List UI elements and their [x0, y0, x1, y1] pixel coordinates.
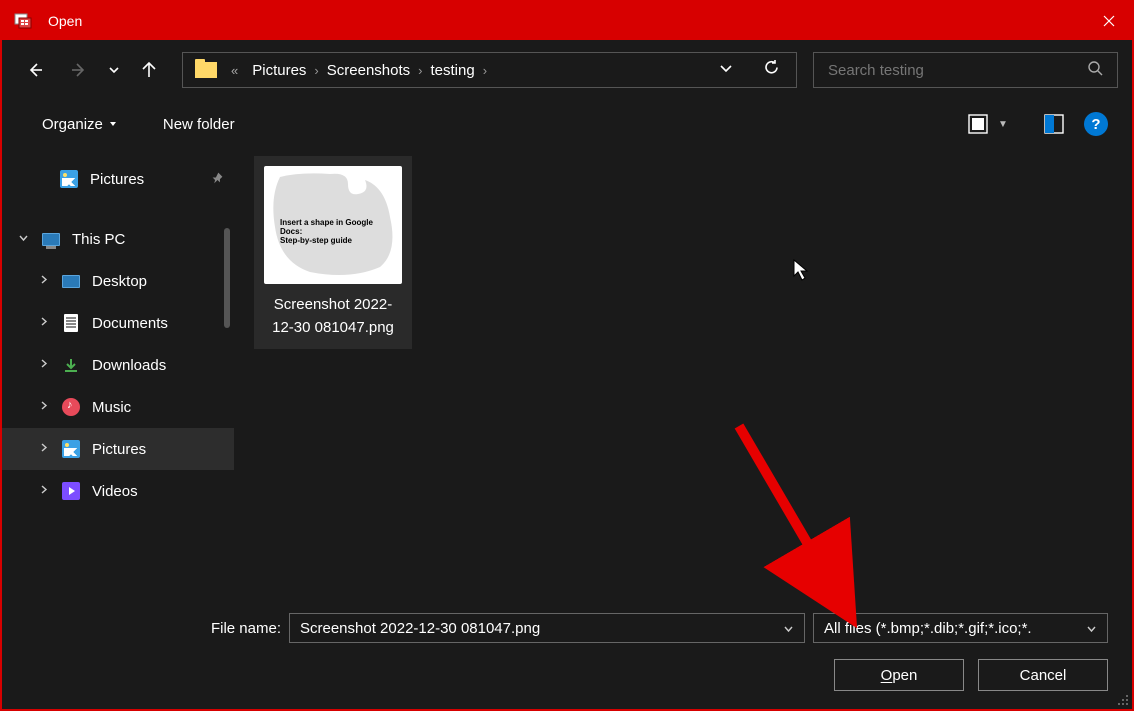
- documents-icon: [64, 314, 78, 332]
- chevron-right-icon: [38, 484, 52, 498]
- file-item[interactable]: Insert a shape in Google Docs: Step-by-s…: [254, 156, 412, 349]
- sidebar-item-documents[interactable]: Documents: [2, 302, 234, 344]
- breadcrumb-pictures[interactable]: Pictures: [244, 62, 314, 79]
- breadcrumb-overflow[interactable]: «: [231, 63, 238, 78]
- address-history-dropdown[interactable]: [705, 61, 747, 80]
- chevron-right-icon: [38, 316, 52, 330]
- sidebar-item-downloads[interactable]: Downloads: [2, 344, 234, 386]
- new-folder-button[interactable]: New folder: [153, 110, 245, 139]
- chevron-down-icon: [1086, 623, 1097, 634]
- filename-input[interactable]: Screenshot 2022-12-30 081047.png: [289, 613, 805, 643]
- toolbar: Organize New folder ▼ ?: [2, 100, 1132, 148]
- sidebar-item-this-pc[interactable]: This PC: [2, 218, 234, 260]
- refresh-button[interactable]: [747, 59, 796, 81]
- back-button[interactable]: [16, 51, 54, 89]
- file-name-label: Screenshot 2022-12-30 081047.png: [264, 294, 402, 339]
- forward-button[interactable]: [60, 51, 98, 89]
- sidebar-item-videos[interactable]: Videos: [2, 470, 234, 512]
- titlebar: Open: [2, 2, 1132, 40]
- chevron-down-icon: [18, 232, 32, 246]
- help-icon: ?: [1091, 116, 1100, 133]
- view-button[interactable]: [962, 108, 994, 140]
- preview-pane-icon: [1043, 113, 1065, 135]
- videos-icon: [62, 482, 80, 500]
- recent-dropdown[interactable]: [104, 64, 124, 76]
- chevron-right-icon: [38, 274, 52, 288]
- sidebar-item-music[interactable]: Music: [2, 386, 234, 428]
- scrollbar[interactable]: [224, 228, 230, 328]
- file-list[interactable]: Insert a shape in Google Docs: Step-by-s…: [234, 148, 1132, 587]
- sidebar: Pictures This PC Desktop: [2, 148, 234, 587]
- chevron-right-icon: [38, 358, 52, 372]
- navbar: « Pictures › Screenshots › testing ›: [2, 40, 1132, 100]
- open-button[interactable]: Open: [834, 659, 964, 691]
- chevron-right-icon: [38, 442, 52, 456]
- cancel-button[interactable]: Cancel: [978, 659, 1108, 691]
- view-icon: [967, 113, 989, 135]
- filetype-select[interactable]: All files (*.bmp;*.dib;*.gif;*.ico;*.: [813, 613, 1108, 643]
- pc-icon: [42, 233, 60, 246]
- help-button[interactable]: ?: [1084, 112, 1108, 136]
- searchbox[interactable]: [813, 52, 1118, 88]
- chevron-down-icon: [783, 623, 794, 634]
- desktop-icon: [62, 275, 80, 288]
- search-input[interactable]: [828, 62, 1087, 79]
- view-dropdown[interactable]: ▼: [994, 119, 1012, 130]
- app-icon: [14, 11, 34, 31]
- chevron-right-icon: ›: [483, 63, 487, 78]
- close-button[interactable]: [1085, 2, 1132, 40]
- file-thumbnail: Insert a shape in Google Docs: Step-by-s…: [264, 166, 402, 284]
- pin-icon: [211, 171, 224, 187]
- caret-down-icon: [109, 120, 117, 128]
- folder-icon: [195, 62, 217, 78]
- preview-pane-button[interactable]: [1038, 108, 1070, 140]
- pictures-icon: [62, 440, 80, 458]
- organize-button[interactable]: Organize: [32, 110, 127, 139]
- addressbar[interactable]: « Pictures › Screenshots › testing ›: [182, 52, 797, 88]
- music-icon: [62, 398, 80, 416]
- search-icon: [1087, 60, 1103, 81]
- sidebar-item-desktop[interactable]: Desktop: [2, 260, 234, 302]
- breadcrumb-testing[interactable]: testing: [423, 62, 483, 79]
- window-title: Open: [48, 13, 1085, 29]
- up-button[interactable]: [130, 51, 168, 89]
- footer: File name: Screenshot 2022-12-30 081047.…: [2, 587, 1132, 709]
- sidebar-item-pictures-quick[interactable]: Pictures: [2, 158, 234, 200]
- downloads-icon: [62, 356, 80, 374]
- chevron-right-icon: [38, 400, 52, 414]
- filename-label: File name:: [26, 620, 281, 637]
- breadcrumb-screenshots[interactable]: Screenshots: [319, 62, 418, 79]
- pictures-icon: [60, 170, 78, 188]
- sidebar-item-pictures[interactable]: Pictures: [2, 428, 234, 470]
